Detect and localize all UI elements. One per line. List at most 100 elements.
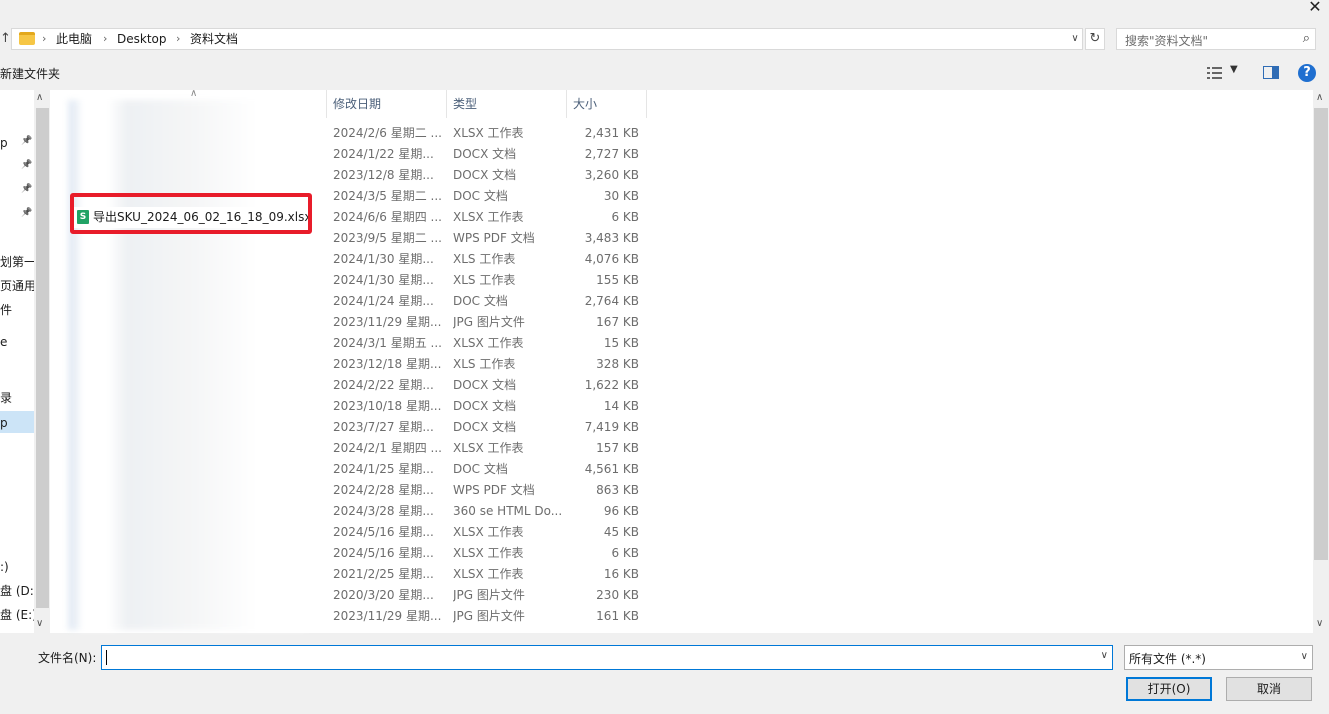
file-date: 2023/7/27 星期... — [333, 420, 434, 434]
file-row[interactable]: 2024/3/1 星期五 ... XLSX 工作表 15 KB — [50, 333, 650, 354]
column-header-type[interactable]: 类型 — [447, 90, 567, 118]
file-size: 4,561 KB — [584, 462, 639, 476]
breadcrumb-separator[interactable]: › — [176, 31, 180, 47]
cancel-button[interactable]: 取消 — [1226, 677, 1312, 701]
help-icon[interactable]: ? — [1298, 64, 1316, 82]
file-type: XLS 工作表 — [453, 357, 516, 371]
file-date: 2023/11/29 星期... — [333, 315, 442, 329]
close-icon[interactable]: ✕ — [1303, 0, 1327, 16]
file-row[interactable]: 2023/10/18 星期... DOCX 文档 14 KB — [50, 396, 650, 417]
view-options-icon[interactable] — [1207, 66, 1225, 80]
file-type: DOCX 文档 — [453, 147, 517, 161]
breadcrumb-desktop[interactable]: Desktop — [117, 31, 167, 47]
file-size: 161 KB — [596, 609, 639, 623]
file-type: DOCX 文档 — [453, 168, 517, 182]
file-row[interactable]: 2024/1/25 星期... DOC 文档 4,561 KB — [50, 459, 650, 480]
file-date: 2024/5/16 星期... — [333, 525, 434, 539]
file-size: 6 KB — [611, 546, 639, 560]
text-caret — [106, 650, 107, 665]
file-row[interactable]: 2024/1/30 星期... XLS 工作表 4,076 KB — [50, 249, 650, 270]
nav-item[interactable]: p — [0, 414, 34, 432]
file-type: DOCX 文档 — [453, 420, 517, 434]
filter-dropdown-icon[interactable]: ∨ — [1301, 651, 1308, 662]
nav-item[interactable]: 录 — [0, 389, 34, 407]
file-list[interactable]: 名称 ∧ 修改日期 类型 大小 2024/2/6 星期二 ...XLSX 工作表… — [50, 88, 1329, 633]
preview-pane-icon[interactable] — [1263, 66, 1279, 79]
file-type: XLSX 工作表 — [453, 210, 524, 224]
file-date: 2024/3/1 星期五 ... — [333, 336, 442, 350]
nav-item[interactable]: 划第一季 — [0, 253, 34, 271]
search-box[interactable]: 搜索"资料文档" ⌕ — [1116, 28, 1316, 50]
file-row[interactable]: 2024/1/24 星期... DOC 文档 2,764 KB — [50, 291, 650, 312]
breadcrumb-separator[interactable]: › — [42, 31, 46, 47]
file-row[interactable]: 2023/11/29 星期... JPG 图片文件 161 KB — [50, 606, 650, 627]
up-folder-icon[interactable]: ↑ — [0, 31, 11, 47]
file-size: 6 KB — [611, 210, 639, 224]
nav-item[interactable]: :) — [0, 558, 34, 576]
filename-input[interactable]: ∨ — [101, 645, 1113, 670]
file-type: XLSX 工作表 — [453, 441, 524, 455]
file-size: 863 KB — [596, 483, 639, 497]
file-row[interactable]: 2021/2/25 星期... XLSX 工作表 16 KB — [50, 564, 650, 585]
nav-item[interactable]: 盘 (D:) — [0, 582, 34, 600]
list-scroll-down-icon[interactable]: ∨ — [1316, 618, 1323, 629]
new-folder-button[interactable]: 新建文件夹 — [0, 65, 60, 83]
file-type-filter[interactable]: 所有文件 (*.*) ∨ — [1124, 645, 1313, 670]
nav-item[interactable]: e — [0, 333, 34, 351]
file-date: 2020/3/20 星期... — [333, 588, 434, 602]
filename-dropdown-icon[interactable]: ∨ — [1101, 650, 1108, 661]
file-row[interactable]: 2024/2/28 星期... WPS PDF 文档 863 KB — [50, 480, 650, 501]
file-type-filter-label: 所有文件 (*.*) — [1129, 652, 1206, 666]
file-row[interactable]: 2023/11/29 星期... JPG 图片文件 167 KB — [50, 312, 650, 333]
view-dropdown-icon[interactable]: ▼ — [1230, 64, 1238, 75]
column-header-date[interactable]: 修改日期 — [327, 90, 447, 118]
file-row[interactable]: 2023/7/27 星期... DOCX 文档 7,419 KB — [50, 417, 650, 438]
file-row[interactable]: 2024/1/22 星期... DOCX 文档 2,727 KB — [50, 144, 650, 165]
address-dropdown-icon[interactable]: ∨ — [1068, 31, 1082, 47]
file-date: 2023/9/5 星期二 ... — [333, 231, 442, 245]
file-type: DOCX 文档 — [453, 399, 517, 413]
nav-scrollbar-thumb[interactable] — [36, 108, 49, 608]
open-button[interactable]: 打开(O) — [1126, 677, 1212, 701]
file-type: XLSX 工作表 — [453, 525, 524, 539]
file-size: 14 KB — [603, 399, 639, 413]
breadcrumb-separator[interactable]: › — [103, 31, 107, 47]
file-type: XLSX 工作表 — [453, 126, 524, 140]
file-row[interactable]: 2024/3/28 星期... 360 se HTML Do... 96 KB — [50, 501, 650, 522]
file-row[interactable]: 2024/2/1 星期四 ... XLSX 工作表 157 KB — [50, 438, 650, 459]
nav-item[interactable]: 件 — [0, 301, 34, 319]
file-list-scrollbar-thumb[interactable] — [1314, 108, 1328, 560]
file-date: 2021/2/25 星期... — [333, 567, 434, 581]
search-icon[interactable]: ⌕ — [1303, 31, 1310, 46]
file-date: 2024/5/16 星期... — [333, 546, 434, 560]
list-scroll-up-icon[interactable]: ∧ — [1316, 92, 1323, 103]
file-size: 30 KB — [603, 189, 639, 203]
file-type: JPG 图片文件 — [453, 588, 525, 602]
file-date: 2024/2/1 星期四 ... — [333, 441, 442, 455]
file-type: XLSX 工作表 — [453, 546, 524, 560]
pin-icon: 📌 — [21, 136, 33, 146]
refresh-icon[interactable]: ↻ — [1085, 28, 1105, 50]
file-size: 7,419 KB — [584, 420, 639, 434]
file-row[interactable]: 2024/1/30 星期... XLS 工作表 155 KB — [50, 270, 650, 291]
address-bar[interactable]: › 此电脑 › Desktop › 资料文档 ∨ — [11, 28, 1083, 50]
nav-item[interactable]: 页通用 — [0, 277, 34, 295]
file-row[interactable]: 2024/2/22 星期... DOCX 文档 1,622 KB — [50, 375, 650, 396]
breadcrumb-this-pc[interactable]: 此电脑 — [56, 31, 92, 47]
file-row[interactable]: 2023/12/8 星期... DOCX 文档 3,260 KB — [50, 165, 650, 186]
nav-scroll-up-icon[interactable]: ∧ — [36, 92, 43, 103]
nav-item[interactable]: 盘 (E:) — [0, 606, 34, 624]
search-placeholder: 搜索"资料文档" — [1125, 34, 1209, 48]
file-row[interactable]: 2023/12/18 星期... XLS 工作表 328 KB — [50, 354, 650, 375]
file-row[interactable]: 2024/5/16 星期... XLSX 工作表 6 KB — [50, 543, 650, 564]
folder-icon — [19, 32, 35, 45]
file-date: 2024/1/30 星期... — [333, 273, 434, 287]
file-row[interactable]: 2024/2/6 星期二 ... XLSX 工作表 2,431 KB — [50, 123, 650, 144]
sort-ascending-icon: ∧ — [190, 88, 198, 99]
column-header-size[interactable]: 大小 — [567, 90, 647, 118]
breadcrumb-current-folder[interactable]: 资料文档 — [190, 31, 238, 47]
nav-scroll-down-icon[interactable]: ∨ — [36, 618, 43, 629]
file-size: 167 KB — [596, 315, 639, 329]
file-row[interactable]: 2020/3/20 星期... JPG 图片文件 230 KB — [50, 585, 650, 606]
file-row[interactable]: 2024/5/16 星期... XLSX 工作表 45 KB — [50, 522, 650, 543]
